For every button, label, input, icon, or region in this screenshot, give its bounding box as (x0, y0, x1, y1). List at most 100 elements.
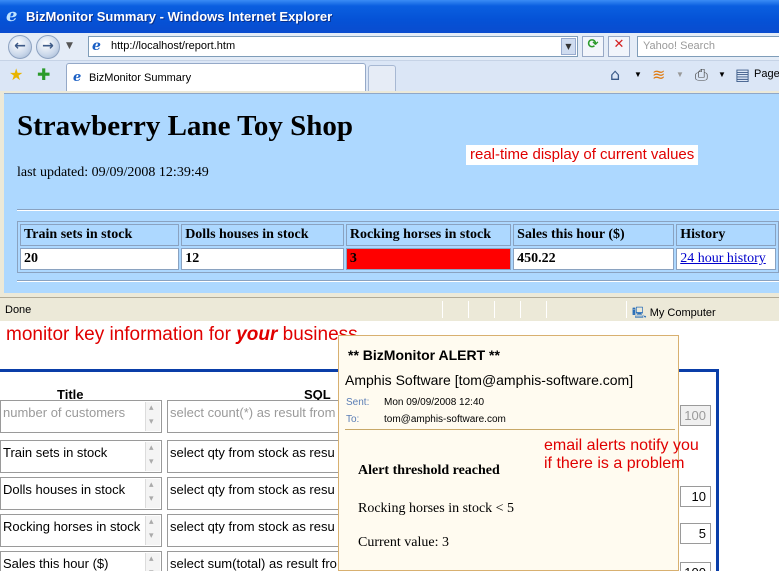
last-updated-text: last updated: 09/09/2008 12:39:49 (17, 165, 209, 180)
security-zone[interactable]: 🖳 My Computer (632, 304, 716, 321)
annotation-emphasis: your (236, 324, 278, 345)
title-value: Rocking horses in stock (3, 519, 141, 534)
browser-window: e BizMonitor Summary - Windows Internet … (0, 0, 779, 321)
url-field[interactable]: e http://localhost/report.htm ▼ (88, 36, 578, 57)
scroll-arrows-icon[interactable] (145, 553, 160, 571)
scroll-arrows-icon[interactable] (145, 516, 160, 545)
sql-field[interactable]: select count(*) as result from (167, 400, 347, 433)
my-computer-icon: 🖳 (632, 307, 647, 319)
divider (17, 280, 779, 282)
status-bar: Done 🖳 My Computer (0, 297, 779, 321)
scroll-arrows-icon[interactable] (145, 479, 160, 508)
title-value: Train sets in stock (3, 445, 108, 460)
history-cell: 24 hour history (676, 248, 776, 270)
threshold-field[interactable]: 5 (680, 523, 711, 544)
title-value: Dolls houses in stock (3, 482, 126, 497)
annotation-line: email alerts notify you (544, 437, 699, 454)
tab-bizmonitor-summary[interactable]: e BizMonitor Summary (66, 63, 366, 91)
threshold-field[interactable]: 10 (680, 486, 711, 507)
value-sales-this-hour: 450.22 (513, 248, 675, 270)
sent-label: Sent: (346, 397, 370, 408)
status-separator (494, 301, 495, 318)
title-value: Sales this hour ($) (3, 556, 109, 571)
sql-value: select count(*) as result from (170, 405, 336, 420)
email-annotation: email alerts notify you if there is a pr… (544, 437, 699, 473)
status-separator (520, 301, 521, 318)
monitor-annotation: monitor key information for your busines… (6, 324, 358, 346)
print-icon[interactable]: ⎙ (695, 66, 708, 84)
status-separator (442, 301, 443, 318)
sql-field[interactable]: select qty from stock as resu (167, 514, 347, 547)
title-field[interactable]: Rocking horses in stock (0, 514, 162, 547)
sql-value: select qty from stock as resu (170, 519, 335, 534)
status-text: Done (5, 304, 32, 316)
tab-bar: ★ ✚ e BizMonitor Summary ⌂ ▼ ≋ ▼ ⎙ ▼ ▤ P… (0, 61, 779, 91)
email-body-current: Current value: 3 (358, 535, 449, 550)
sql-value: select sum(total) as result fro (170, 556, 337, 571)
page-content: Strawberry Lane Toy Shop last updated: 0… (4, 93, 779, 293)
home-icon[interactable]: ⌂ (610, 66, 620, 84)
url-dropdown-icon[interactable]: ▼ (561, 38, 576, 55)
realtime-annotation: real-time display of current values (466, 145, 699, 165)
title-field[interactable]: Train sets in stock (0, 440, 162, 473)
feeds-icon[interactable]: ≋ (652, 66, 665, 84)
print-dropdown-icon[interactable]: ▼ (718, 70, 726, 79)
back-arrow-icon[interactable]: ← (8, 35, 32, 59)
url-text: http://localhost/report.htm (111, 40, 236, 52)
zone-label: My Computer (649, 307, 716, 319)
header-divider (345, 429, 675, 430)
feeds-dropdown-icon[interactable]: ▼ (676, 70, 684, 79)
sql-field[interactable]: select qty from stock as resu (167, 477, 347, 510)
threshold-field[interactable]: 100 (680, 562, 711, 571)
stop-icon[interactable]: ✕ (608, 36, 630, 57)
tab-favicon-icon: e (73, 70, 82, 85)
title-bar[interactable]: e BizMonitor Summary - Windows Internet … (0, 0, 779, 33)
favorites-star-icon[interactable]: ★ (9, 66, 23, 84)
to-label: To: (346, 414, 360, 425)
table-header-row: Train sets in stock Dolls houses in stoc… (20, 224, 776, 246)
sql-field[interactable]: select sum(total) as result fro (167, 551, 347, 571)
annotation-text: monitor key information for (6, 324, 237, 345)
header-rocking-horses: Rocking horses in stock (345, 224, 512, 246)
divider (17, 209, 779, 211)
ie-logo-icon: e (6, 5, 18, 26)
title-field[interactable]: number of customers (0, 400, 162, 433)
history-dropdown-icon[interactable]: ▼ (66, 41, 73, 51)
email-sender: Amphis Software [tom@amphis-software.com… (345, 372, 634, 388)
threshold-field[interactable]: 100 (680, 405, 711, 426)
stock-table: Train sets in stock Dolls houses in stoc… (17, 221, 779, 273)
tab-label: BizMonitor Summary (89, 72, 192, 84)
scroll-arrows-icon[interactable] (145, 442, 160, 471)
address-bar: ← → ▼ e http://localhost/report.htm ▼ ⟳ … (0, 33, 779, 61)
annotation-line: if there is a problem (544, 455, 685, 472)
sql-field[interactable]: select qty from stock as resu (167, 440, 347, 473)
page-icon[interactable]: ▤ (735, 66, 750, 84)
page-favicon-icon: e (92, 38, 101, 54)
status-separator (546, 301, 547, 318)
refresh-icon[interactable]: ⟳ (582, 36, 604, 57)
value-train-sets: 20 (20, 248, 180, 270)
window-title: BizMonitor Summary - Windows Internet Ex… (26, 9, 333, 24)
page-title: Strawberry Lane Toy Shop (17, 110, 353, 142)
scroll-arrows-icon[interactable] (145, 402, 160, 431)
header-history: History (676, 224, 776, 246)
value-rocking-horses-alert: 3 (345, 248, 512, 270)
title-value: number of customers (3, 405, 126, 420)
page-menu[interactable]: Page (754, 68, 779, 80)
status-separator (626, 301, 627, 318)
new-tab-button[interactable] (368, 65, 396, 91)
title-field[interactable]: Dolls houses in stock (0, 477, 162, 510)
forward-arrow-icon[interactable]: → (36, 35, 60, 59)
history-link[interactable]: 24 hour history (680, 251, 766, 266)
home-dropdown-icon[interactable]: ▼ (634, 70, 642, 79)
to-value[interactable]: tom@amphis-software.com (384, 414, 506, 425)
sent-value: Mon 09/09/2008 12:40 (384, 397, 485, 408)
value-dolls-houses: 12 (181, 248, 344, 270)
title-field[interactable]: Sales this hour ($) (0, 551, 162, 571)
add-favorites-icon[interactable]: ✚ (37, 66, 50, 84)
sql-value: select qty from stock as resu (170, 445, 335, 460)
search-input[interactable]: Yahoo! Search (637, 36, 779, 57)
email-body-condition: Rocking horses in stock < 5 (358, 501, 515, 516)
header-dolls-houses: Dolls houses in stock (181, 224, 344, 246)
table-row: 20 12 3 450.22 24 hour history (20, 248, 776, 270)
